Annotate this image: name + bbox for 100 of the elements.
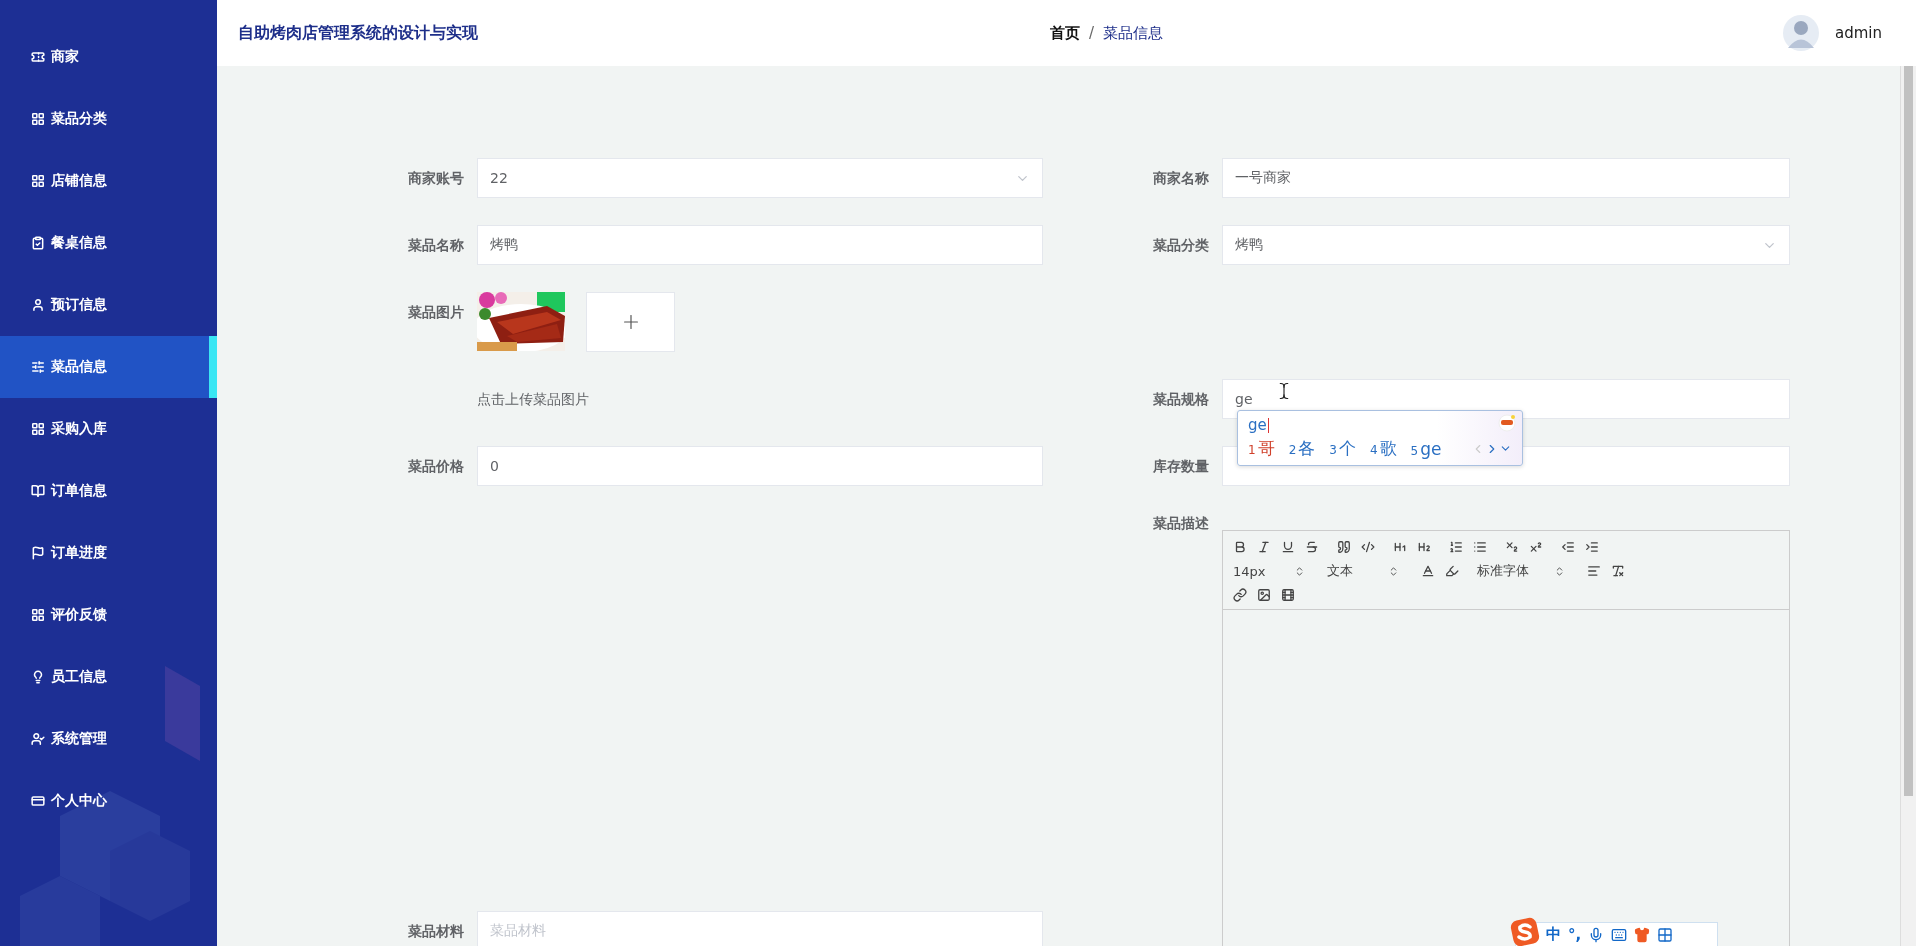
menu-icon — [31, 236, 45, 250]
superscript-icon[interactable] — [1529, 540, 1543, 554]
menu-label: 店铺信息 — [51, 172, 107, 190]
sidebar-item[interactable]: 订单信息 — [0, 460, 217, 522]
candidate[interactable]: 3 个 — [1329, 437, 1356, 460]
menu-label: 采购入库 — [51, 420, 107, 438]
sidebar-item[interactable]: 餐桌信息 — [0, 212, 217, 274]
field-label: 库存数量 — [1153, 457, 1210, 476]
app-title: 自助烤肉店管理系统的设计与实现 — [238, 22, 479, 44]
menu-icon — [31, 112, 45, 126]
strikethrough-icon[interactable] — [1305, 540, 1319, 554]
sidebar-item[interactable]: 预订信息 — [0, 274, 217, 336]
menu-label: 菜品信息 — [51, 358, 107, 376]
menu-label: 员工信息 — [51, 668, 107, 686]
user-name[interactable]: admin — [1835, 24, 1882, 42]
field-label: 菜品分类 — [1153, 236, 1210, 255]
font-family-select[interactable]: 标准字体 — [1477, 562, 1565, 580]
field-label: 菜品图片 — [408, 303, 465, 322]
menu-label: 预订信息 — [51, 296, 107, 314]
menu-icon — [31, 298, 45, 312]
menu-icon — [31, 732, 45, 746]
menu-label: 订单进度 — [51, 544, 107, 562]
quote-icon[interactable] — [1337, 540, 1351, 554]
link-icon[interactable] — [1233, 588, 1247, 602]
indent-icon[interactable] — [1585, 540, 1599, 554]
scrollbar[interactable] — [1900, 66, 1916, 946]
field-label: 菜品价格 — [408, 457, 465, 476]
menu-icon — [31, 794, 45, 808]
heading-two-icon[interactable] — [1417, 540, 1431, 554]
candidate[interactable]: 4 歌 — [1369, 437, 1397, 460]
field-label: 菜品名称 — [408, 236, 465, 255]
sidebar-item[interactable]: 订单进度 — [0, 522, 217, 584]
menu-label: 个人中心 — [51, 792, 107, 810]
sidebar-item[interactable]: 采购入库 — [0, 398, 217, 460]
input-field[interactable]: 0 — [477, 446, 1043, 486]
field-label: 菜品材料 — [408, 922, 465, 941]
image-icon[interactable] — [1257, 588, 1271, 602]
sidebar-item[interactable]: 员工信息 — [0, 646, 217, 708]
code-icon[interactable] — [1361, 540, 1375, 554]
outdent-icon[interactable] — [1561, 540, 1575, 554]
menu-label: 商家 — [51, 48, 79, 66]
menu-label: 订单信息 — [51, 482, 107, 500]
menu-label: 菜品分类 — [51, 110, 107, 128]
composition-text: ge — [1248, 416, 1267, 434]
menu-icon — [31, 546, 45, 560]
keyboard-icon[interactable] — [1611, 926, 1628, 943]
field-label: 菜品规格 — [1153, 390, 1210, 409]
shirt-icon[interactable] — [1634, 926, 1651, 943]
sidebar-item[interactable]: 菜品信息 — [0, 336, 217, 398]
up-down-arrows-icon — [1294, 565, 1305, 577]
menu-icon — [31, 422, 45, 436]
mascot-icon — [1498, 414, 1516, 432]
breadcrumb-separator: / — [1089, 24, 1095, 42]
heading-one-icon[interactable] — [1393, 540, 1407, 554]
heading-select[interactable]: 文本 — [1327, 562, 1399, 580]
grid-icon[interactable] — [1657, 926, 1674, 943]
font-color-icon[interactable] — [1421, 564, 1435, 578]
field-label: 商家名称 — [1153, 169, 1210, 188]
sidebar-item[interactable]: 个人中心 — [0, 770, 217, 832]
upload-hint: 点击上传菜品图片 — [477, 390, 589, 409]
field-label: 商家账号 — [408, 169, 465, 188]
highlight-icon[interactable] — [1445, 564, 1459, 578]
align-icon[interactable] — [1587, 564, 1601, 578]
menu-icon — [31, 484, 45, 498]
punctuation-mode[interactable]: °, — [1568, 925, 1582, 944]
input-mode[interactable]: 中 — [1546, 925, 1561, 944]
bullet-list-icon[interactable] — [1473, 540, 1487, 554]
select-field[interactable]: 烤鸭 — [1222, 225, 1790, 265]
menu-icon — [31, 360, 45, 374]
menu-icon — [31, 174, 45, 188]
select-field[interactable]: 22 — [477, 158, 1043, 198]
candidate[interactable]: 2各 — [1288, 437, 1316, 460]
candidate[interactable]: 5 ge — [1410, 438, 1442, 459]
sidebar-item[interactable]: 菜品分类 — [0, 88, 217, 150]
menu-icon — [31, 608, 45, 622]
menu-label: 餐桌信息 — [51, 234, 107, 252]
video-icon[interactable] — [1281, 588, 1295, 602]
italic-icon[interactable] — [1257, 540, 1271, 554]
breadcrumb-link[interactable]: 首页 — [1050, 23, 1080, 43]
field-label: 菜品描述 — [1153, 514, 1210, 533]
subscript-icon[interactable] — [1505, 540, 1519, 554]
up-down-arrows-icon — [1554, 565, 1565, 577]
font-size-select[interactable]: 14px — [1233, 563, 1305, 579]
menu-icon — [31, 50, 45, 64]
sidebar-item[interactable]: 评价反馈 — [0, 584, 217, 646]
menu-icon — [31, 670, 45, 684]
clear-format-icon[interactable] — [1611, 564, 1625, 578]
menu-label: 系统管理 — [51, 730, 107, 748]
breadcrumb-link[interactable]: 菜品信息 — [1103, 23, 1164, 43]
input-field[interactable]: 烤鸭 — [477, 225, 1043, 265]
candidate[interactable]: 1 哥 — [1248, 437, 1275, 460]
underline-icon[interactable] — [1281, 540, 1295, 554]
bold-icon[interactable] — [1233, 540, 1247, 554]
ordered-list-icon[interactable] — [1449, 540, 1463, 554]
up-down-arrows-icon — [1388, 565, 1399, 577]
input-field[interactable]: 一号商家 — [1222, 158, 1790, 198]
sidebar-item[interactable]: 商家 — [0, 26, 217, 88]
sidebar-item[interactable]: 店铺信息 — [0, 150, 217, 212]
menu-label: 评价反馈 — [51, 606, 107, 624]
sidebar-item[interactable]: 系统管理 — [0, 708, 217, 770]
